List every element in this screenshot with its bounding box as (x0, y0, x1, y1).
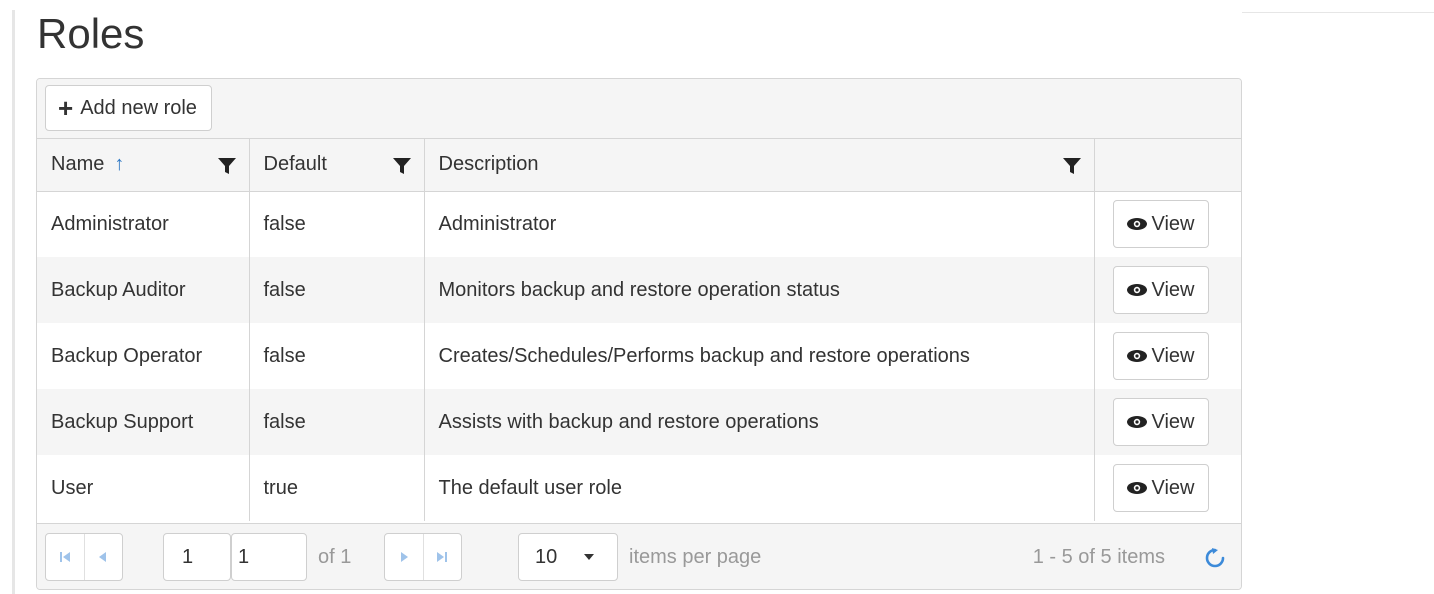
cell-default: false (248, 389, 424, 455)
cell-name: Backup Operator (51, 344, 203, 367)
pager-summary: 1 - 5 of 5 items (1032, 546, 1165, 568)
view-button[interactable]: View (1112, 464, 1209, 512)
roles-grid: + Add new role Name ↑ Default Description (36, 78, 1242, 590)
view-button[interactable]: View (1112, 398, 1209, 446)
plus-icon: + (58, 93, 74, 123)
cell-name: User (51, 476, 94, 499)
prev-page-icon (99, 552, 107, 562)
pager-next-group (384, 533, 462, 581)
view-button-label: View (1151, 476, 1195, 499)
page-title: Roles (37, 10, 145, 57)
table-row: Backup Support false Assists with backup… (37, 389, 1241, 455)
column-header-label: Name (51, 153, 105, 176)
view-button-label: View (1151, 344, 1195, 367)
cell-default: false (248, 323, 424, 389)
pager: 1 1 of 1 10 items per page 1 - 5 of 5 it… (37, 523, 1241, 589)
first-page-icon (59, 552, 70, 562)
add-new-role-label: Add new role (80, 96, 197, 119)
add-new-role-button[interactable]: + Add new role (45, 85, 212, 131)
cell-actions: View (1093, 323, 1241, 389)
cell-description: Assists with backup and restore operatio… (423, 389, 1094, 455)
table-row: Backup Operator false Creates/Schedules/… (37, 323, 1241, 389)
column-header-actions (1093, 139, 1241, 192)
last-page-button[interactable] (422, 534, 462, 580)
column-header-label: Description (438, 153, 539, 176)
sort-ascending-icon: ↑ (114, 153, 125, 176)
cell-default: false (248, 257, 424, 323)
cell-actions: View (1093, 191, 1241, 257)
table-row: Administrator false Administrator View (37, 191, 1241, 257)
page-size-select[interactable]: 10 (518, 533, 618, 581)
next-page-icon (400, 552, 408, 562)
current-page-button[interactable]: 1 (163, 533, 231, 581)
table-row: User true The default user role View (37, 455, 1241, 521)
table-row: Backup Auditor false Monitors backup and… (37, 257, 1241, 323)
eye-icon (1126, 482, 1147, 494)
column-header-label: Default (263, 153, 327, 176)
cell-name: Backup Support (37, 389, 249, 455)
cell-actions: View (1093, 389, 1241, 455)
view-button-label: View (1151, 212, 1195, 235)
cell-description: Monitors backup and restore operation st… (423, 257, 1094, 323)
last-page-icon (437, 552, 448, 562)
cell-name: Administrator (51, 212, 169, 235)
page-size-value: 10 (535, 545, 558, 568)
eye-icon (1126, 284, 1147, 296)
cell-description: The default user role (423, 455, 1094, 521)
view-button[interactable]: View (1112, 332, 1209, 380)
cell-default: true (248, 455, 424, 521)
eye-icon (1126, 416, 1147, 428)
column-header-name[interactable]: Name ↑ (37, 139, 249, 192)
table-header-row: Name ↑ Default Description (37, 139, 1241, 192)
items-per-page-label: items per page (629, 546, 762, 568)
view-button[interactable]: View (1112, 200, 1209, 249)
grid-toolbar: + Add new role (37, 79, 1241, 139)
refresh-icon[interactable] (1203, 546, 1227, 570)
eye-icon (1126, 218, 1147, 231)
first-page-button[interactable] (46, 534, 84, 580)
cell-actions: View (1093, 455, 1241, 521)
view-button[interactable]: View (1112, 266, 1209, 314)
page-count-label: of 1 (318, 546, 352, 568)
pager-prev-group (45, 533, 123, 581)
left-border-rule (12, 10, 15, 594)
roles-table: Name ↑ Default Description Administrator … (37, 139, 1241, 521)
filter-icon[interactable] (217, 156, 237, 176)
view-button-label: View (1151, 278, 1195, 301)
cell-description: Creates/Schedules/Performs backup and re… (423, 323, 1094, 389)
cell-default: false (248, 191, 424, 257)
column-header-default[interactable]: Default (248, 139, 424, 192)
eye-icon (1126, 350, 1147, 362)
next-page-button[interactable] (385, 534, 423, 580)
prev-page-button[interactable] (83, 534, 123, 580)
filter-icon[interactable] (1062, 156, 1082, 176)
cell-actions: View (1093, 257, 1241, 323)
view-button-label: View (1151, 410, 1195, 433)
column-header-description[interactable]: Description (423, 139, 1094, 192)
top-divider (1242, 12, 1434, 13)
dropdown-caret-icon (584, 554, 595, 560)
cell-description: Administrator (423, 191, 1094, 257)
page-number-input[interactable]: 1 (231, 533, 307, 581)
cell-name: Backup Auditor (37, 257, 249, 323)
filter-icon[interactable] (392, 156, 412, 176)
